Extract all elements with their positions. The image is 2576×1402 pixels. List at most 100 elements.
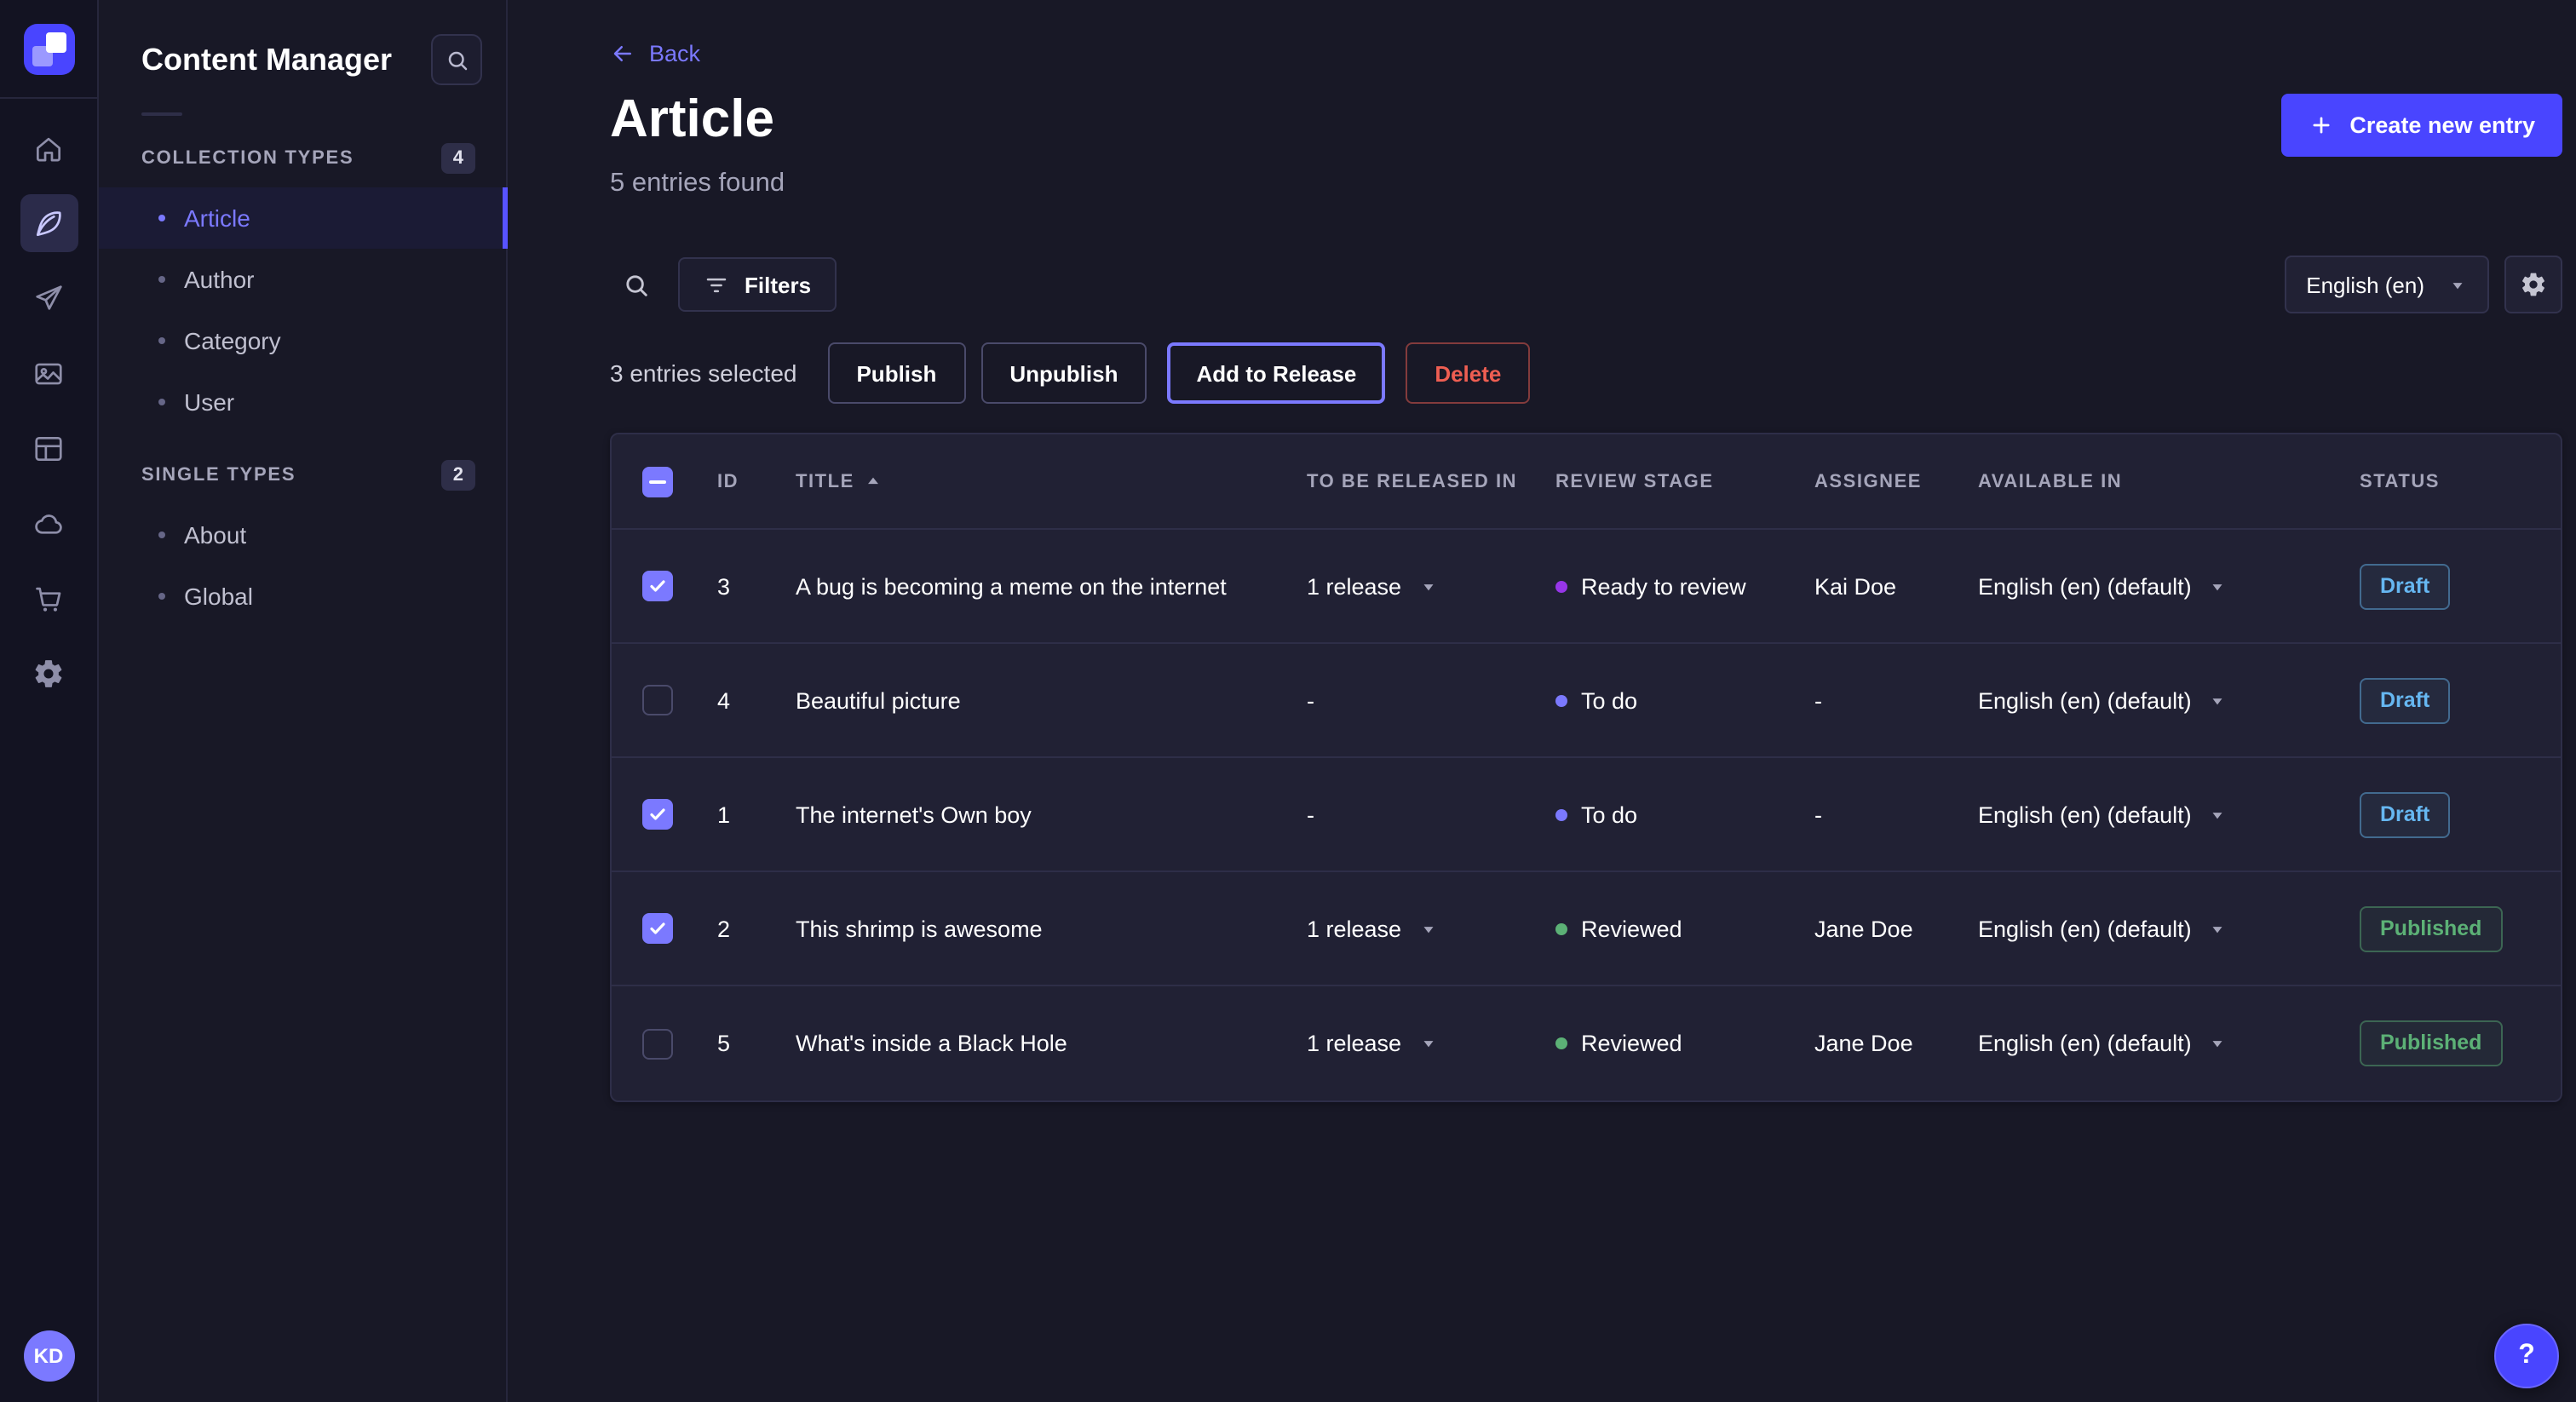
rail-bottom: KD bbox=[23, 1330, 74, 1402]
cell-review-stage: Reviewed bbox=[1555, 1031, 1814, 1056]
bullet-icon bbox=[158, 399, 165, 405]
nav-item-releases[interactable] bbox=[20, 269, 78, 327]
nav-item-marketplace[interactable] bbox=[20, 569, 78, 627]
cell-status: Published bbox=[2360, 1020, 2547, 1066]
table-row[interactable]: 2 This shrimp is awesome 1 release Revie… bbox=[612, 872, 2561, 986]
sidebar-item-about[interactable]: About bbox=[99, 504, 506, 566]
divider bbox=[141, 112, 182, 116]
user-avatar[interactable]: KD bbox=[23, 1330, 74, 1382]
main-content: Back Article Create new entry 5 entries … bbox=[508, 0, 2576, 1402]
column-header-assignee[interactable]: ASSIGNEE bbox=[1814, 471, 1978, 491]
app-window: KD Content Manager COLLECTION TYPES 4 Ar… bbox=[0, 0, 2576, 1402]
cell-review-stage: Reviewed bbox=[1555, 916, 1814, 941]
cell-id: 1 bbox=[717, 802, 796, 827]
nav-item-settings[interactable] bbox=[20, 644, 78, 702]
bulk-actions-bar: 3 entries selected Publish Unpublish Add… bbox=[610, 342, 2562, 404]
table-row[interactable]: 5 What's inside a Black Hole 1 release R… bbox=[612, 986, 2561, 1100]
status-badge: Published bbox=[2360, 1020, 2502, 1066]
nav-item-media-library[interactable] bbox=[20, 344, 78, 402]
cell-available-in[interactable]: English (en) (default) bbox=[1978, 916, 2360, 941]
paper-plane-icon bbox=[32, 282, 65, 314]
cell-available-in[interactable]: English (en) (default) bbox=[1978, 1031, 2360, 1056]
publish-button[interactable]: Publish bbox=[827, 342, 965, 404]
nav-item-content-manager[interactable] bbox=[20, 194, 78, 252]
page-title: Article bbox=[610, 89, 774, 150]
help-button[interactable]: ? bbox=[2494, 1324, 2559, 1388]
row-checkbox[interactable] bbox=[642, 799, 673, 830]
status-badge: Draft bbox=[2360, 563, 2450, 609]
nav-item-deploy[interactable] bbox=[20, 494, 78, 552]
back-label: Back bbox=[649, 41, 700, 66]
table-row[interactable]: 3 A bug is becoming a meme on the intern… bbox=[612, 530, 2561, 644]
stage-dot-icon bbox=[1555, 1037, 1567, 1049]
stage-dot-icon bbox=[1555, 922, 1567, 934]
cell-title: The internet's Own boy bbox=[796, 802, 1307, 827]
nav-item-home[interactable] bbox=[20, 119, 78, 177]
strapi-logo[interactable] bbox=[23, 23, 74, 74]
sidebar-search-button[interactable] bbox=[431, 34, 482, 85]
cart-icon bbox=[32, 582, 65, 614]
sidebar-item-label: User bbox=[184, 388, 234, 416]
sidebar-item-author[interactable]: Author bbox=[99, 249, 506, 310]
row-checkbox[interactable] bbox=[642, 571, 673, 601]
main-nav-rail: KD bbox=[0, 0, 99, 1402]
delete-button[interactable]: Delete bbox=[1406, 342, 1530, 404]
locale-value: English (en) bbox=[2306, 272, 2424, 297]
nav-item-content-type-builder[interactable] bbox=[20, 419, 78, 477]
table-row[interactable]: 1 The internet's Own boy - To do - Engli… bbox=[612, 758, 2561, 872]
cell-assignee: Jane Doe bbox=[1814, 1031, 1978, 1056]
cell-to-be-released-in[interactable]: 1 release bbox=[1307, 1031, 1555, 1056]
column-header-available-in[interactable]: AVAILABLE IN bbox=[1978, 471, 2360, 491]
column-header-id[interactable]: ID bbox=[717, 471, 796, 491]
list-settings-button[interactable] bbox=[2504, 256, 2562, 313]
cell-available-in[interactable]: English (en) (default) bbox=[1978, 687, 2360, 713]
create-entry-label: Create new entry bbox=[2349, 112, 2535, 138]
column-header-release[interactable]: TO BE RELEASED IN bbox=[1307, 471, 1555, 491]
cell-available-in[interactable]: English (en) (default) bbox=[1978, 802, 2360, 827]
table-row[interactable]: 4 Beautiful picture - To do - English (e… bbox=[612, 644, 2561, 758]
stage-dot-icon bbox=[1555, 694, 1567, 706]
sidebar-item-category[interactable]: Category bbox=[99, 310, 506, 371]
selection-count: 3 entries selected bbox=[610, 359, 796, 387]
sidebar-item-user[interactable]: User bbox=[99, 371, 506, 433]
entries-count-text: 5 entries found bbox=[610, 169, 2562, 199]
cell-status: Published bbox=[2360, 905, 2547, 951]
sidebar-item-label: Article bbox=[184, 204, 250, 232]
filters-button[interactable]: Filters bbox=[678, 257, 837, 312]
cell-status: Draft bbox=[2360, 677, 2547, 723]
row-checkbox[interactable] bbox=[642, 685, 673, 715]
sidebar-item-global[interactable]: Global bbox=[99, 566, 506, 627]
cell-review-stage: To do bbox=[1555, 687, 1814, 713]
row-checkbox[interactable] bbox=[642, 1028, 673, 1059]
cell-available-in[interactable]: English (en) (default) bbox=[1978, 573, 2360, 599]
column-header-review-stage[interactable]: REVIEW STAGE bbox=[1555, 471, 1814, 491]
search-icon bbox=[444, 47, 469, 72]
chevron-down-icon bbox=[1418, 577, 1437, 595]
add-to-release-button[interactable]: Add to Release bbox=[1167, 342, 1385, 404]
cell-assignee: - bbox=[1814, 802, 1978, 827]
cell-to-be-released-in[interactable]: 1 release bbox=[1307, 916, 1555, 941]
row-checkbox[interactable] bbox=[642, 913, 673, 944]
sort-ascending-icon bbox=[865, 472, 883, 491]
section-label: COLLECTION TYPES bbox=[141, 148, 354, 169]
status-badge: Draft bbox=[2360, 791, 2450, 837]
filter-icon bbox=[704, 272, 729, 297]
column-header-status[interactable]: STATUS bbox=[2360, 471, 2547, 491]
locale-select[interactable]: English (en) bbox=[2284, 256, 2489, 313]
create-entry-button[interactable]: Create new entry bbox=[2281, 94, 2562, 157]
select-all-checkbox[interactable] bbox=[642, 466, 673, 497]
cell-status: Draft bbox=[2360, 791, 2547, 837]
unpublish-button[interactable]: Unpublish bbox=[980, 342, 1147, 404]
search-button[interactable] bbox=[610, 259, 661, 310]
back-link[interactable]: Back bbox=[610, 41, 700, 66]
table-body: 3 A bug is becoming a meme on the intern… bbox=[612, 530, 2561, 1100]
sidebar-item-article[interactable]: Article bbox=[99, 187, 506, 249]
logo-container bbox=[0, 0, 97, 99]
collection-types-count-badge: 4 bbox=[441, 143, 475, 174]
cell-to-be-released-in[interactable]: 1 release bbox=[1307, 573, 1555, 599]
cell-assignee: Kai Doe bbox=[1814, 573, 1978, 599]
cell-status: Draft bbox=[2360, 563, 2547, 609]
cell-id: 2 bbox=[717, 916, 796, 941]
column-header-title[interactable]: TITLE bbox=[796, 471, 1307, 491]
table-header-row: ID TITLE TO BE RELEASED IN REVIEW STAGE … bbox=[612, 434, 2561, 530]
